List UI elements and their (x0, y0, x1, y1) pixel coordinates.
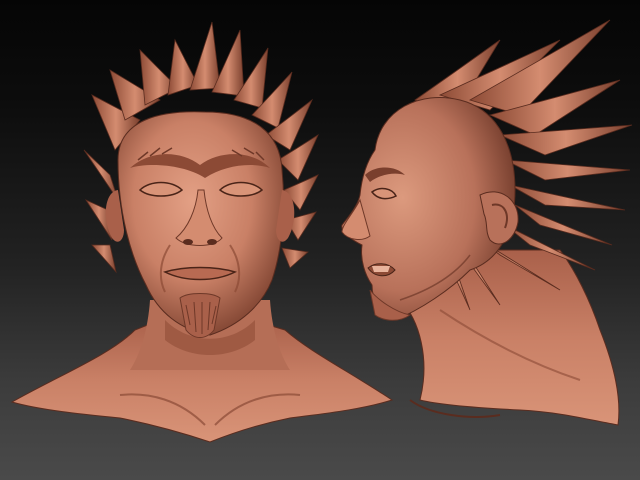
front-view-bust (10, 21, 394, 443)
sculpt-viewport[interactable] (0, 0, 640, 480)
front-nostril-left (183, 239, 193, 245)
side-teeth (372, 266, 390, 272)
sculpt-render (10, 19, 633, 443)
side-view-bust (341, 19, 633, 426)
front-nostril-right (207, 239, 217, 245)
